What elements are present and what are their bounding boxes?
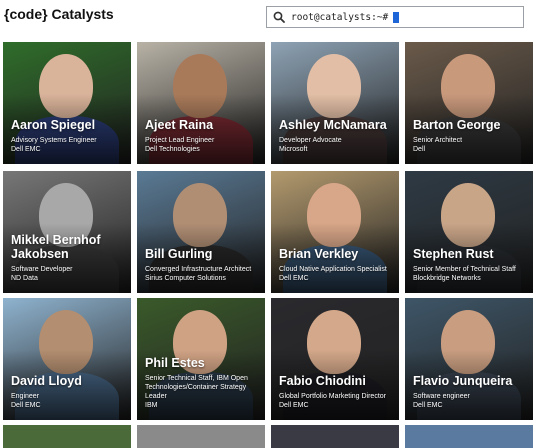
catalyst-name: Flavio Junqueira bbox=[413, 374, 513, 388]
catalyst-company: Dell EMC bbox=[11, 402, 41, 409]
catalyst-company: Dell EMC bbox=[11, 146, 41, 153]
catalyst-company: Dell EMC bbox=[279, 275, 309, 282]
catalyst-card[interactable]: Aaron Spiegel Advisory Systems Engineer De… bbox=[3, 42, 131, 164]
catalyst-company: IBM bbox=[145, 402, 158, 409]
catalyst-card-partial[interactable] bbox=[137, 425, 265, 448]
catalyst-name: Ajeet Raina bbox=[145, 118, 214, 132]
catalyst-name: Aaron Spiegel bbox=[11, 118, 96, 132]
catalyst-name: David Lloyd bbox=[11, 374, 82, 388]
catalyst-card[interactable]: Phil Estes Senior Technical Staff, IBM Op… bbox=[137, 298, 265, 420]
catalyst-role: Developer Advocate bbox=[279, 137, 342, 144]
catalyst-role: Advisory Systems Engineer bbox=[11, 137, 97, 144]
catalyst-card[interactable]: Barton George Senior Architect Dell bbox=[405, 42, 533, 164]
catalyst-company: Dell Technologies bbox=[145, 146, 200, 153]
terminal-search-box[interactable]: root@catalysts:~# bbox=[266, 6, 524, 28]
terminal-prompt: root@catalysts:~# bbox=[291, 11, 389, 23]
catalyst-role: Engineer bbox=[11, 393, 40, 400]
catalyst-name: Phil Estes bbox=[145, 356, 205, 370]
catalyst-company: ND Data bbox=[11, 275, 38, 282]
catalyst-card[interactable]: David Lloyd Engineer Dell EMC bbox=[3, 298, 131, 420]
catalyst-name: Barton George bbox=[413, 118, 501, 132]
catalyst-company: Microsoft bbox=[279, 146, 308, 153]
search-icon bbox=[273, 11, 285, 23]
catalyst-name: Mikkel Bernhof Jakobsen bbox=[11, 233, 101, 261]
catalyst-company: Dell bbox=[413, 146, 426, 153]
catalyst-name: Stephen Rust bbox=[413, 247, 494, 261]
catalyst-card[interactable]: Bill Gurling Converged Infrastructure Arc… bbox=[137, 171, 265, 293]
catalyst-name: Fabio Chiodini bbox=[279, 374, 366, 388]
catalyst-role: Senior Member of Technical Staff bbox=[413, 266, 516, 273]
catalyst-role: Converged Infrastructure Architect bbox=[145, 266, 252, 273]
catalyst-card[interactable]: Stephen Rust Senior Member of Technical S… bbox=[405, 171, 533, 293]
catalyst-company: Sirius Computer Solutions bbox=[145, 275, 226, 282]
catalyst-card[interactable]: Mikkel Bernhof Jakobsen Software Develope… bbox=[3, 171, 131, 293]
catalyst-role: Senior Technical Staff, IBM Open Technol… bbox=[145, 375, 248, 400]
catalyst-company: Blockbridge Networks bbox=[413, 275, 481, 282]
page-title: {code} Catalysts bbox=[4, 6, 114, 22]
catalyst-card-partial[interactable] bbox=[3, 425, 131, 448]
catalyst-card-partial[interactable] bbox=[405, 425, 533, 448]
catalyst-role: Cloud Native Application Specialist bbox=[279, 266, 387, 273]
catalyst-role: Senior Architect bbox=[413, 137, 463, 144]
catalyst-role: Software engineer bbox=[413, 393, 470, 400]
catalyst-card[interactable]: Ashley McNamara Developer Advocate Microso… bbox=[271, 42, 399, 164]
catalyst-name: Brian Verkley bbox=[279, 247, 359, 261]
catalyst-card[interactable]: Ajeet Raina Project Lead Engineer Dell Tec… bbox=[137, 42, 265, 164]
catalyst-company: Dell EMC bbox=[413, 402, 443, 409]
catalyst-company: Dell EMC bbox=[279, 402, 309, 409]
catalyst-card[interactable]: Flavio Junqueira Software engineer Dell EM… bbox=[405, 298, 533, 420]
catalyst-name: Bill Gurling bbox=[145, 247, 213, 261]
catalyst-name: Ashley McNamara bbox=[279, 118, 387, 132]
catalyst-card-partial[interactable] bbox=[271, 425, 399, 448]
catalyst-card[interactable]: Fabio Chiodini Global Portfolio Marketing… bbox=[271, 298, 399, 420]
catalyst-role: Global Portfolio Marketing Director bbox=[279, 393, 386, 400]
catalyst-card[interactable]: Brian Verkley Cloud Native Application Sp… bbox=[271, 171, 399, 293]
catalyst-role: Software Developer bbox=[11, 266, 73, 273]
catalyst-role: Project Lead Engineer bbox=[145, 137, 215, 144]
terminal-cursor bbox=[393, 11, 400, 23]
